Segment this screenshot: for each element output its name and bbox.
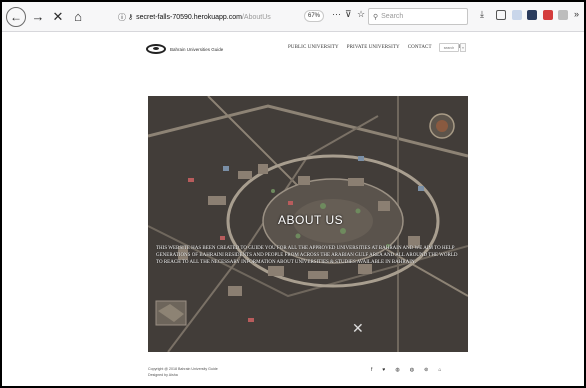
address-bar[interactable]: ⓘ ⚷ secret-falls-70590.herokuapp.com/Abo… xyxy=(118,8,294,26)
browser-window: ← → ✕ ⌂ ⓘ ⚷ secret-falls-70590.herokuapp… xyxy=(2,2,584,386)
svg-text:✕: ✕ xyxy=(352,321,364,337)
forward-arrow-icon[interactable]: → xyxy=(28,7,48,27)
info-icon[interactable]: ⓘ xyxy=(118,12,126,23)
about-us-paragraph: This website has been created to guide y… xyxy=(156,246,458,265)
pinterest-icon[interactable]: ◍ xyxy=(410,367,414,373)
logo-mark-icon xyxy=(146,44,166,54)
extension-icon-4[interactable] xyxy=(558,10,568,20)
nav-contact[interactable]: CONTACT xyxy=(408,45,432,50)
twitter-icon[interactable]: ♥ xyxy=(382,367,385,373)
site-search-input[interactable]: search xyxy=(439,43,459,52)
search-icon: ⚲ xyxy=(373,13,379,21)
url-host: secret-falls-70590.herokuapp.com xyxy=(136,13,242,21)
bookmark-star-icon[interactable]: ☆ xyxy=(357,9,365,20)
home-link-icon[interactable]: ⌂ xyxy=(438,367,441,373)
logo-text: Bahrain Universities Guide xyxy=(170,46,224,52)
instagram-icon[interactable]: ◍ xyxy=(395,367,399,373)
facebook-icon[interactable]: f xyxy=(371,367,372,373)
close-tab-icon[interactable]: ✕ xyxy=(48,7,68,27)
site-logo[interactable]: Bahrain Universities Guide xyxy=(146,44,223,54)
home-icon[interactable]: ⌂ xyxy=(68,7,88,27)
pocket-icon[interactable]: ⊽ xyxy=(345,9,352,20)
browser-search-field[interactable]: ⚲ Search xyxy=(368,8,468,25)
dribbble-icon[interactable]: ⊚ xyxy=(424,367,428,373)
nav-public-university[interactable]: PUBLIC UNIVERSITY xyxy=(288,45,339,50)
nav-private-university[interactable]: PRIVATE UNIVERSITY xyxy=(347,45,400,50)
library-icon[interactable] xyxy=(496,10,506,20)
browser-search-placeholder: Search xyxy=(381,13,404,20)
site-search-button[interactable]: » xyxy=(460,43,466,52)
designed-by-text: Designed by Aisha xyxy=(148,373,178,377)
about-us-heading: ABOUT US xyxy=(278,213,344,227)
download-icon[interactable]: ⤓ xyxy=(480,9,484,20)
social-links: f ♥ ◍ ◍ ⊚ ⌂ xyxy=(371,367,441,373)
about-hero: ✕ ABOUT US This website has been created… xyxy=(148,96,468,352)
page-content: Bahrain Universities Guide PUBLIC UNIVER… xyxy=(2,33,584,386)
overflow-menu-icon[interactable]: » xyxy=(574,9,579,19)
footer-info: Copyright @ 2018 Bahrain University Guid… xyxy=(148,366,218,378)
extension-icon-3[interactable] xyxy=(543,10,553,20)
zoom-level[interactable]: 67% xyxy=(304,10,324,22)
extension-icon-2[interactable] xyxy=(527,10,537,20)
url-path: /AboutUs xyxy=(241,13,271,21)
extension-icon[interactable] xyxy=(512,10,522,20)
page-actions-menu-icon[interactable]: ··· xyxy=(332,9,341,19)
back-arrow-icon[interactable]: ← xyxy=(6,6,26,27)
key-icon: ⚷ xyxy=(128,14,134,21)
